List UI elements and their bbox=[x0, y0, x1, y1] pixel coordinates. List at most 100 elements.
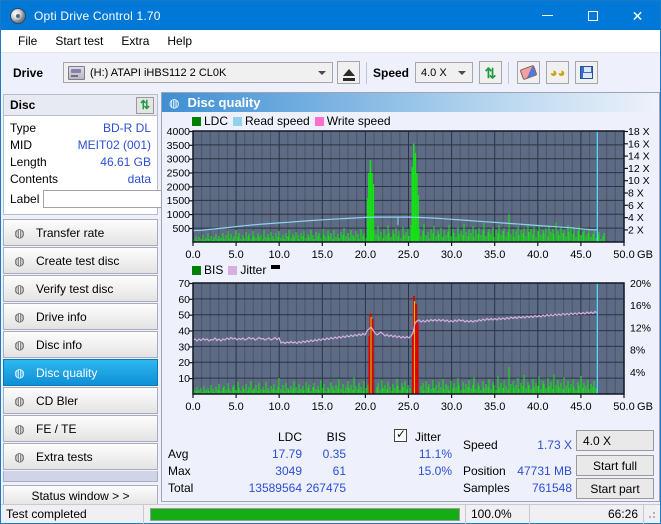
save-button[interactable] bbox=[575, 61, 598, 84]
disc-row-key: Length bbox=[10, 155, 47, 169]
maximize-button[interactable] bbox=[570, 1, 615, 30]
disc-row-value: BD-R DL bbox=[103, 121, 151, 135]
svg-text:16%: 16% bbox=[630, 300, 651, 312]
refresh-button[interactable]: ⇅ bbox=[479, 61, 502, 84]
menu-item-file[interactable]: File bbox=[9, 31, 46, 51]
sidebar-item-transfer-rate[interactable]: ◍ Transfer rate bbox=[3, 219, 158, 246]
disc-row-key: Contents bbox=[10, 172, 58, 186]
legend-swatch bbox=[233, 117, 242, 126]
svg-text:70: 70 bbox=[178, 278, 190, 290]
disc-test-icon: ◍ bbox=[12, 226, 27, 240]
start-part-button[interactable]: Start part bbox=[576, 478, 654, 499]
disc-row-value: MEIT02 (001) bbox=[78, 138, 151, 152]
tools-button[interactable]: ◕◕ bbox=[546, 61, 569, 84]
svg-text:45.0: 45.0 bbox=[570, 249, 591, 261]
svg-text:40.0: 40.0 bbox=[527, 249, 548, 261]
bis-max-value: 61 bbox=[302, 464, 346, 478]
svg-text:1000: 1000 bbox=[167, 209, 191, 221]
jitter-max-value: 15.0% bbox=[392, 464, 452, 478]
results-col-ldc: LDC bbox=[258, 430, 302, 444]
legend-item-jitter: Jitter bbox=[228, 263, 266, 277]
bis-jitter-chart-legend: BIS Jitter bbox=[192, 263, 280, 277]
svg-text:10: 10 bbox=[178, 373, 190, 385]
close-icon: ✕ bbox=[632, 9, 644, 23]
progress-fill bbox=[151, 509, 459, 520]
progress-track bbox=[150, 508, 460, 521]
sidebar-item-fe-te[interactable]: ◍ FE / TE bbox=[3, 415, 158, 442]
close-button[interactable]: ✕ bbox=[615, 1, 660, 30]
bis-jitter-chart: BIS Jitter bbox=[162, 263, 659, 415]
sidebar-item-extra-tests[interactable]: ◍ Extra tests bbox=[3, 443, 158, 470]
samples-value: 761548 bbox=[502, 481, 572, 495]
sidebar-item-drive-info[interactable]: ◍ Drive info bbox=[3, 303, 158, 330]
eraser-icon bbox=[520, 65, 538, 80]
sidebar-item-disc-info[interactable]: ◍ Disc info bbox=[3, 331, 158, 358]
menu-item-start-test[interactable]: Start test bbox=[46, 31, 112, 51]
legend-item-write-speed: Write speed bbox=[315, 114, 391, 128]
legend-label: BIS bbox=[204, 263, 223, 277]
window-title: Opti Drive Control 1.70 bbox=[34, 9, 161, 23]
chain-icon: ◕◕ bbox=[550, 66, 566, 79]
legend-marker-icon bbox=[271, 265, 280, 269]
resize-grip-icon[interactable] bbox=[645, 508, 657, 520]
svg-text:35.0: 35.0 bbox=[484, 249, 505, 261]
legend-item-read-speed: Read speed bbox=[233, 114, 310, 128]
eject-button[interactable] bbox=[337, 61, 360, 84]
svg-text:3000: 3000 bbox=[167, 154, 191, 166]
menu-item-extra[interactable]: Extra bbox=[112, 31, 158, 51]
sidebar-item-label: Verify test disc bbox=[36, 282, 113, 296]
sidebar-item-label: Transfer rate bbox=[36, 226, 104, 240]
speed-select-value: 4.0 X bbox=[421, 67, 447, 79]
svg-text:GB: GB bbox=[637, 401, 653, 413]
menu-bar: File Start test Extra Help bbox=[1, 30, 660, 53]
disc-row-value: 46.61 GB bbox=[100, 155, 151, 169]
legend-label: Write speed bbox=[327, 114, 391, 128]
start-full-button[interactable]: Start full bbox=[576, 455, 654, 476]
svg-text:20.0: 20.0 bbox=[355, 249, 376, 261]
jitter-avg-value: 11.1% bbox=[392, 447, 452, 461]
test-speed-select[interactable]: 4.0 X bbox=[576, 430, 654, 451]
bis-avg-value: 0.35 bbox=[302, 447, 346, 461]
minimize-icon bbox=[542, 15, 553, 16]
results-area: LDC BIS Avg Max Total 17.79 3049 1358956… bbox=[162, 428, 659, 501]
svg-text:8 X: 8 X bbox=[628, 188, 644, 200]
jitter-checkbox[interactable] bbox=[394, 429, 407, 445]
disc-row-key: Type bbox=[10, 121, 36, 135]
title-bar: Opti Drive Control 1.70 ✕ bbox=[1, 1, 660, 30]
elapsed-time: 66:26 bbox=[530, 505, 644, 524]
erase-button[interactable] bbox=[517, 61, 540, 84]
svg-text:40: 40 bbox=[178, 326, 190, 338]
position-value: 47731 MB bbox=[502, 464, 572, 478]
svg-text:45.0: 45.0 bbox=[570, 401, 591, 413]
legend-label: Read speed bbox=[245, 114, 310, 128]
disc-refresh-button[interactable]: ⇅ bbox=[136, 97, 154, 114]
disc-info-icon: ◍ bbox=[12, 310, 27, 324]
legend-item-bis: BIS bbox=[192, 263, 223, 277]
drive-select-value: (H:) ATAPI iHBS112 2 CL0K bbox=[90, 67, 226, 79]
svg-text:14 X: 14 X bbox=[628, 151, 650, 163]
svg-text:35.0: 35.0 bbox=[484, 401, 505, 413]
drive-select[interactable]: (H:) ATAPI iHBS112 2 CL0K bbox=[63, 62, 333, 83]
sidebar-item-label: FE / TE bbox=[36, 422, 76, 436]
disc-row-length: Length 46.61 GB bbox=[10, 153, 151, 170]
sidebar-item-verify-test-disc[interactable]: ◍ Verify test disc bbox=[3, 275, 158, 302]
svg-text:5.0: 5.0 bbox=[228, 249, 243, 261]
results-row-avg: Avg bbox=[168, 447, 188, 461]
chevron-down-icon bbox=[318, 71, 326, 75]
ldc-max-value: 3049 bbox=[202, 464, 302, 478]
sidebar-item-create-test-disc[interactable]: ◍ Create test disc bbox=[3, 247, 158, 274]
speed-select[interactable]: 4.0 X bbox=[415, 62, 473, 83]
svg-text:10 X: 10 X bbox=[628, 175, 650, 187]
results-row-total: Total bbox=[168, 481, 193, 495]
disc-row-value: data bbox=[128, 172, 151, 186]
results-col-bis: BIS bbox=[302, 430, 346, 444]
disc-label-caption: Label bbox=[10, 192, 39, 206]
minimize-button[interactable] bbox=[525, 1, 570, 30]
sidebar-item-label: Disc info bbox=[36, 338, 82, 352]
sidebar-item-disc-quality[interactable]: ◍ Disc quality bbox=[3, 359, 158, 386]
svg-text:500: 500 bbox=[172, 223, 190, 235]
menu-item-help[interactable]: Help bbox=[158, 31, 201, 51]
checkbox-icon bbox=[394, 429, 407, 442]
sidebar-item-cd-bler[interactable]: ◍ CD Bler bbox=[3, 387, 158, 414]
speed-label: Speed bbox=[373, 66, 415, 80]
